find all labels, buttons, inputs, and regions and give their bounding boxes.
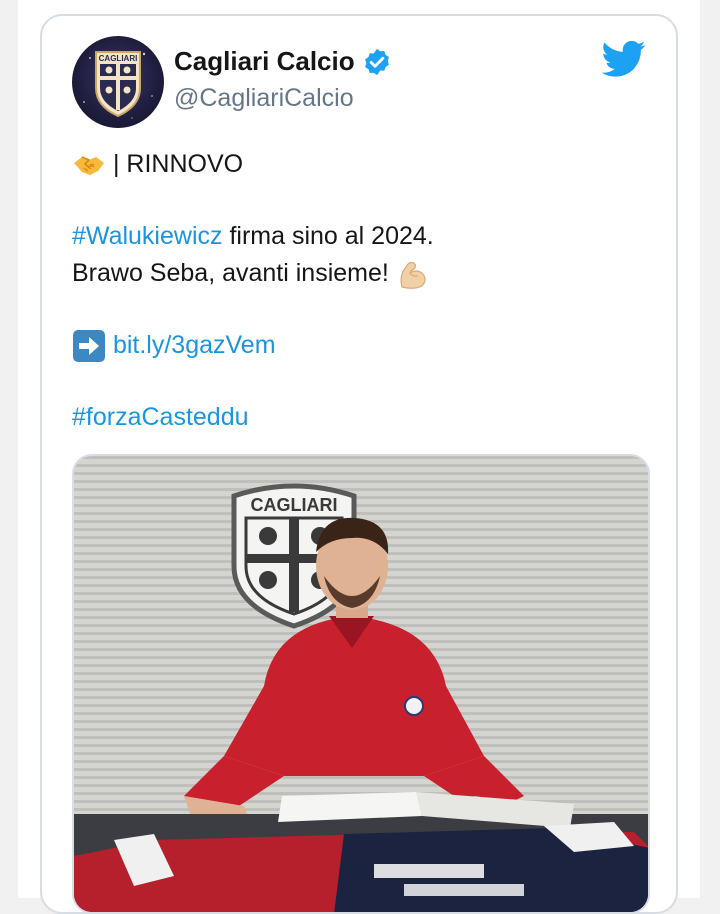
author-handle[interactable]: @CagliariCalcio (174, 84, 354, 113)
hashtag-forzacasteddu[interactable]: #forzaCasteddu (72, 403, 249, 431)
tweet-line-3: Brawo Seba, avanti insieme! (72, 255, 652, 292)
author-name-row[interactable]: Cagliari Calcio (174, 46, 392, 77)
tweet-line-2-text: firma sino al 2024. (222, 222, 434, 250)
right-arrow-emoji (73, 330, 105, 363)
author-avatar[interactable]: CAGLIARI (72, 36, 164, 128)
rinnovo-label: | RINNOVO (112, 150, 244, 178)
tweet-media-photo[interactable]: CAGLIARI (72, 454, 650, 912)
avatar-text: CAGLIARI (99, 54, 138, 63)
hashtag-walukiewicz[interactable]: #Walukiewicz (72, 222, 223, 250)
verified-badge-icon (364, 48, 389, 75)
tweet-line-3-text: Brawo Seba, avanti insieme! (72, 259, 389, 287)
author-name[interactable]: Cagliari Calcio (174, 46, 355, 77)
flexed-biceps-emoji (400, 262, 426, 290)
shortened-link[interactable]: bit.ly/3gazVem (113, 331, 276, 359)
handshake-emoji (74, 156, 104, 176)
tweet-line-link: bit.ly/3gazVem (72, 327, 652, 364)
tweet-card[interactable]: CAGLIARI Cagliari Calcio @CagliariCalcio… (40, 14, 678, 914)
tweet-line-2: #Walukiewicz firma sino al 2024. (72, 218, 652, 255)
twitter-bird-icon[interactable] (602, 40, 646, 78)
crest-text: CAGLIARI (251, 495, 338, 515)
tweet-line-1: | RINNOVO (72, 146, 652, 183)
tweet-line-hashtag: #forzaCasteddu (72, 399, 652, 436)
tweet-text: | RINNOVO #Walukiewicz firma sino al 202… (72, 146, 652, 436)
